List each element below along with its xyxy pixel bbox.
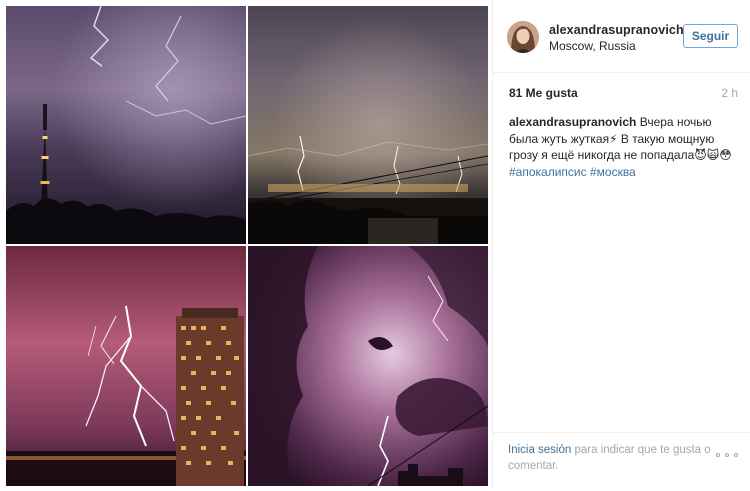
caption-username-link[interactable]: alexandrasupranovich — [509, 115, 636, 129]
lightning-building-photo[interactable] — [6, 246, 246, 486]
follow-button[interactable]: Seguir — [683, 24, 738, 48]
post-header: alexandrasupranovich Moscow, Russia Segu… — [493, 0, 750, 73]
login-prompt: Inicia sesión para indicar que te gusta … — [508, 443, 718, 474]
photo-collage[interactable] — [0, 0, 492, 490]
username-link[interactable]: alexandrasupranovich — [549, 23, 684, 37]
post-footer: Inicia sesión para indicar que te gusta … — [493, 432, 750, 491]
instagram-post: alexandrasupranovich Moscow, Russia Segu… — [0, 0, 750, 490]
hashtag-link[interactable]: #апокалипсис — [509, 165, 587, 179]
likes-count[interactable]: 81 Me gusta — [509, 86, 578, 100]
storm-tower-photo[interactable] — [6, 6, 246, 244]
avatar[interactable] — [507, 21, 539, 53]
login-link[interactable]: Inicia sesión — [508, 444, 571, 456]
dot-icon — [725, 453, 729, 457]
post-time[interactable]: 2 h — [721, 86, 738, 100]
dot-icon — [734, 453, 738, 457]
storm-cityscape-photo[interactable] — [248, 6, 488, 244]
purple-storm-clouds-photo[interactable] — [248, 246, 488, 486]
location-link[interactable]: Moscow, Russia — [549, 39, 636, 53]
dot-icon — [716, 453, 720, 457]
hashtag-link[interactable]: #москва — [590, 165, 636, 179]
post-details-panel: alexandrasupranovich Moscow, Russia Segu… — [492, 0, 750, 490]
post-caption: alexandrasupranovich Вчера ночью была жу… — [509, 114, 737, 180]
more-options-icon[interactable] — [716, 451, 738, 459]
